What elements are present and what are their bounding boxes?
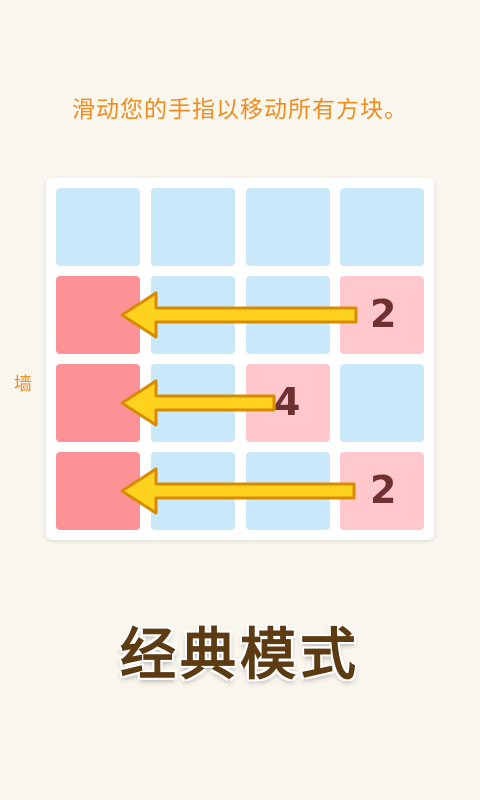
left-arrow-icon xyxy=(120,291,358,339)
tile-value: 4 xyxy=(274,380,301,424)
left-arrow-icon xyxy=(120,379,276,427)
tile-value: 2 xyxy=(370,292,397,336)
tile-value: 2 xyxy=(370,468,397,512)
instruction-text: 滑动您的手指以移动所有方块。 xyxy=(72,97,408,123)
left-arrow-icon xyxy=(120,467,356,515)
wall-label: 墙 xyxy=(14,374,32,395)
mode-title[interactable]: 经典模式 xyxy=(0,610,480,691)
game-board[interactable]: 2 4 2 xyxy=(46,178,434,540)
